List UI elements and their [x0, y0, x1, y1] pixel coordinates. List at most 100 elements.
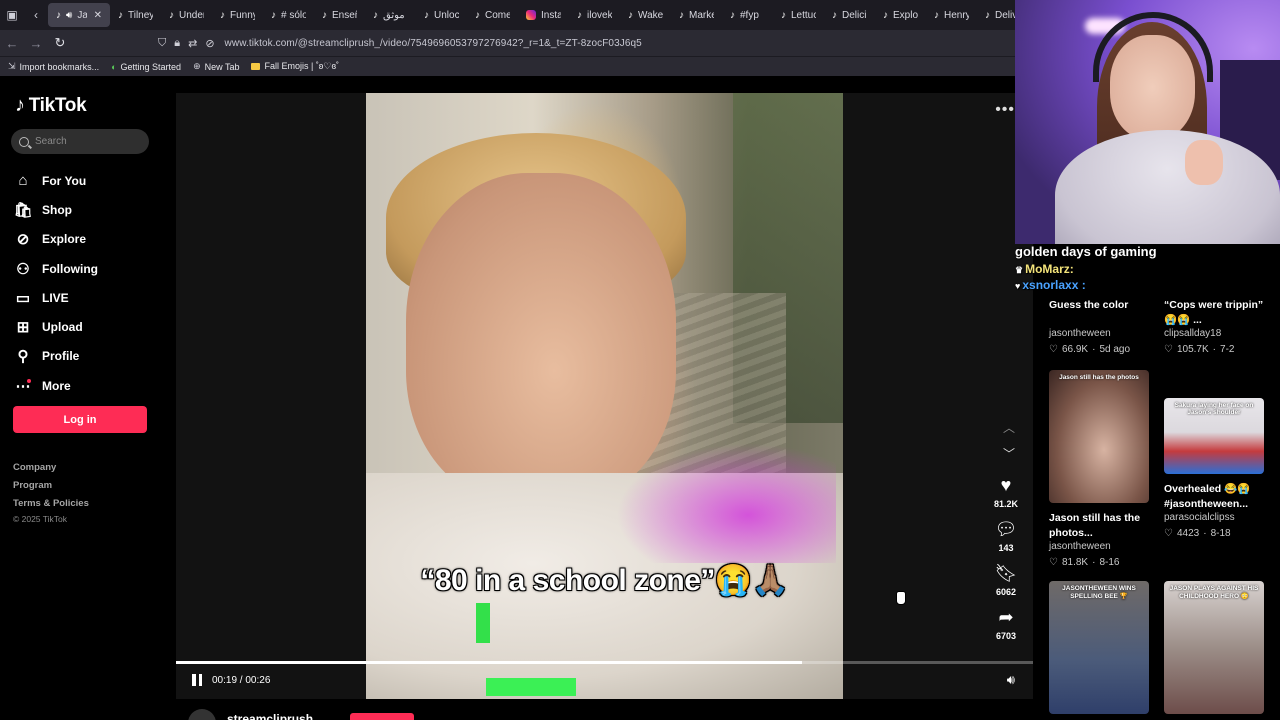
pause-icon[interactable]: [190, 673, 204, 687]
footer-link-company[interactable]: Company: [13, 462, 89, 480]
bookmark-getting-started[interactable]: ◐ Getting Started: [111, 62, 181, 72]
sidebar-item-label: Following: [42, 261, 98, 276]
share-action[interactable]: ➦ 6703: [996, 605, 1016, 641]
browser-tab[interactable]: ♪ Deliv: [977, 3, 1015, 27]
chat-message: ♛ MoMarz:: [1015, 262, 1074, 276]
browser-tab[interactable]: ♪ Enseñ: [314, 3, 365, 27]
sidebar-item-live[interactable]: ▭ LIVE: [14, 283, 164, 312]
sidebar-item-more[interactable]: ⋯ More: [14, 371, 164, 400]
speaker-icon[interactable]: 🔊︎: [66, 10, 72, 21]
browser-tab[interactable]: ♪ Explor: [875, 3, 926, 27]
tiktok-logo[interactable]: ♪ TikTok: [15, 94, 87, 117]
related-video-thumbnail[interactable]: Jason still has the photos: [1049, 370, 1149, 503]
permissions-icon[interactable]: ⇄: [188, 37, 197, 50]
tab-scroll-left-icon[interactable]: ‹: [24, 0, 48, 30]
sidebar-item-profile[interactable]: ⚲ Profile: [14, 342, 164, 371]
related-video-card[interactable]: JASONTHEWEEN WINS SPELLING BEE 🏆: [1049, 581, 1151, 714]
like-action[interactable]: ♥ 81.2K: [994, 473, 1018, 509]
related-video-title[interactable]: “Cops were trippin” 😭😭 ...: [1164, 298, 1266, 328]
tab-list-icon[interactable]: ▣: [0, 0, 24, 30]
browser-tab[interactable]: ♪ موثق: [365, 3, 416, 27]
bookmark-icon[interactable]: 🔖︎: [995, 561, 1018, 585]
bookmark-fall-emojis[interactable]: Fall Emojis | ˚ʚ♡ɞ˚: [251, 61, 339, 72]
related-video-card[interactable]: Jason still has the photos Jason still ha…: [1049, 370, 1151, 569]
browser-tab[interactable]: ♪ #fyp: [722, 3, 773, 27]
video-glitch-artifact: [486, 678, 576, 696]
tiktok-icon: ♪: [985, 9, 990, 21]
related-video-thumbnail[interactable]: JASONTHEWEEN WINS SPELLING BEE 🏆: [1049, 581, 1149, 714]
related-video-title[interactable]: Overhealed 😂😭 #jasontheween...: [1164, 482, 1266, 512]
next-video-icon[interactable]: ﹀: [1003, 445, 1015, 462]
comment-icon[interactable]: 💬︎: [995, 517, 1018, 541]
browser-tab[interactable]: ♪ Henry: [926, 3, 977, 27]
sidebar-item-explore[interactable]: ⊘ Explore: [14, 225, 164, 254]
related-video-thumbnail[interactable]: JASON PLAYS AGAINST HIS CHILDHOOD HERO 😳: [1164, 581, 1264, 714]
bookmark-new-tab[interactable]: ⊕ New Tab: [193, 61, 239, 72]
sidebar-item-shop[interactable]: 🛍︎ Shop: [13, 195, 164, 224]
browser-tab[interactable]: ♪ Wake: [620, 3, 671, 27]
reload-button[interactable]: ↻: [48, 30, 72, 56]
tab-title: Marke: [689, 9, 714, 21]
video-progress-bar[interactable]: [176, 661, 1033, 664]
related-video-card[interactable]: Sakura laying her face on Jason's should…: [1164, 398, 1266, 540]
search-box[interactable]: [11, 129, 149, 154]
browser-tab[interactable]: ♪ Delici: [824, 3, 875, 27]
related-video-thumbnail[interactable]: Sakura laying her face on Jason's should…: [1164, 398, 1264, 474]
author-username[interactable]: streamcliprush: [227, 712, 313, 720]
browser-tab[interactable]: ♪ # sólo: [263, 3, 314, 27]
shield-icon[interactable]: ⛉: [158, 37, 166, 50]
related-video-author[interactable]: clipsallday18: [1164, 328, 1266, 342]
browser-tab[interactable]: ♪ Come: [467, 3, 518, 27]
mouse-cursor: [896, 591, 908, 607]
author-avatar[interactable]: [188, 709, 216, 720]
mute-icon[interactable]: ⊘: [205, 37, 214, 50]
related-video-author[interactable]: jasontheween: [1049, 541, 1151, 555]
tiktok-note-icon: ♪: [15, 94, 25, 116]
share-icon[interactable]: ➦: [998, 605, 1013, 629]
browser-tab[interactable]: ♪ Tilney: [110, 3, 161, 27]
related-video-card[interactable]: “Cops were trippin” 😭😭 ... clipsallday18 ♡…: [1164, 290, 1266, 356]
share-count: 6703: [995, 631, 1017, 641]
chat-message: golden days of gaming: [1015, 244, 1157, 259]
tiktok-icon: ♪: [577, 9, 582, 21]
login-button[interactable]: Log in: [13, 406, 147, 433]
follow-button[interactable]: [350, 713, 414, 720]
comment-action[interactable]: 💬︎ 143: [995, 517, 1018, 553]
more-options-icon[interactable]: •••: [995, 101, 1015, 119]
bookmark-import[interactable]: ⇲ Import bookmarks...: [8, 61, 99, 72]
lock-icon[interactable]: 🔒︎: [174, 37, 180, 50]
browser-tab[interactable]: ♪ Funny: [212, 3, 263, 27]
address-bar[interactable]: www.tiktok.com/@streamcliprush_/video/75…: [225, 38, 642, 49]
sidebar-item-label: For You: [42, 173, 87, 188]
volume-icon[interactable]: 🔊︎: [1007, 672, 1015, 688]
browser-tab[interactable]: ♪ Marke: [671, 3, 722, 27]
save-action[interactable]: 🔖︎ 6062: [995, 561, 1018, 597]
related-video-card[interactable]: JASON PLAYS AGAINST HIS CHILDHOOD HERO 😳: [1164, 581, 1266, 714]
search-input[interactable]: [35, 136, 135, 147]
heart-icon[interactable]: ♥: [1001, 473, 1012, 497]
footer-link-program[interactable]: Program: [13, 480, 89, 498]
browser-tab[interactable]: ♪ Unloc: [416, 3, 467, 27]
video-progress-fill: [176, 661, 802, 664]
video-frame[interactable]: “80 in a school zone”😭🙏🏽: [366, 93, 843, 699]
sidebar-item-for-you[interactable]: ⌂ For You: [14, 166, 164, 195]
tab-title: Henry: [944, 9, 969, 21]
browser-tab[interactable]: ♪ ilovek: [569, 3, 620, 27]
tab-title: Come: [485, 9, 510, 21]
copyright: © 2025 TikTok: [13, 514, 67, 524]
browser-tab[interactable]: ♪ Lettuc: [773, 3, 824, 27]
back-button[interactable]: ←: [0, 30, 24, 56]
close-tab-icon[interactable]: ✕: [94, 10, 102, 21]
browser-tab[interactable]: Instag: [518, 3, 569, 27]
related-video-author[interactable]: jasontheween: [1049, 328, 1151, 342]
sidebar-item-upload[interactable]: ⊞ Upload: [14, 312, 164, 341]
browser-tab[interactable]: ♪ 🔊︎ Jas ✕: [48, 3, 110, 27]
previous-video-icon[interactable]: ︿: [1003, 419, 1015, 436]
related-video-author[interactable]: parasocialclipss: [1164, 512, 1266, 526]
tab-title: Deliv: [995, 9, 1015, 21]
sidebar-item-following[interactable]: ⚇ Following: [14, 254, 164, 283]
related-video-title[interactable]: Jason still has the photos...: [1049, 511, 1151, 541]
browser-tab[interactable]: ♪ Under: [161, 3, 212, 27]
forward-button[interactable]: →: [24, 30, 48, 56]
tiktok-icon: ♪: [781, 9, 786, 21]
